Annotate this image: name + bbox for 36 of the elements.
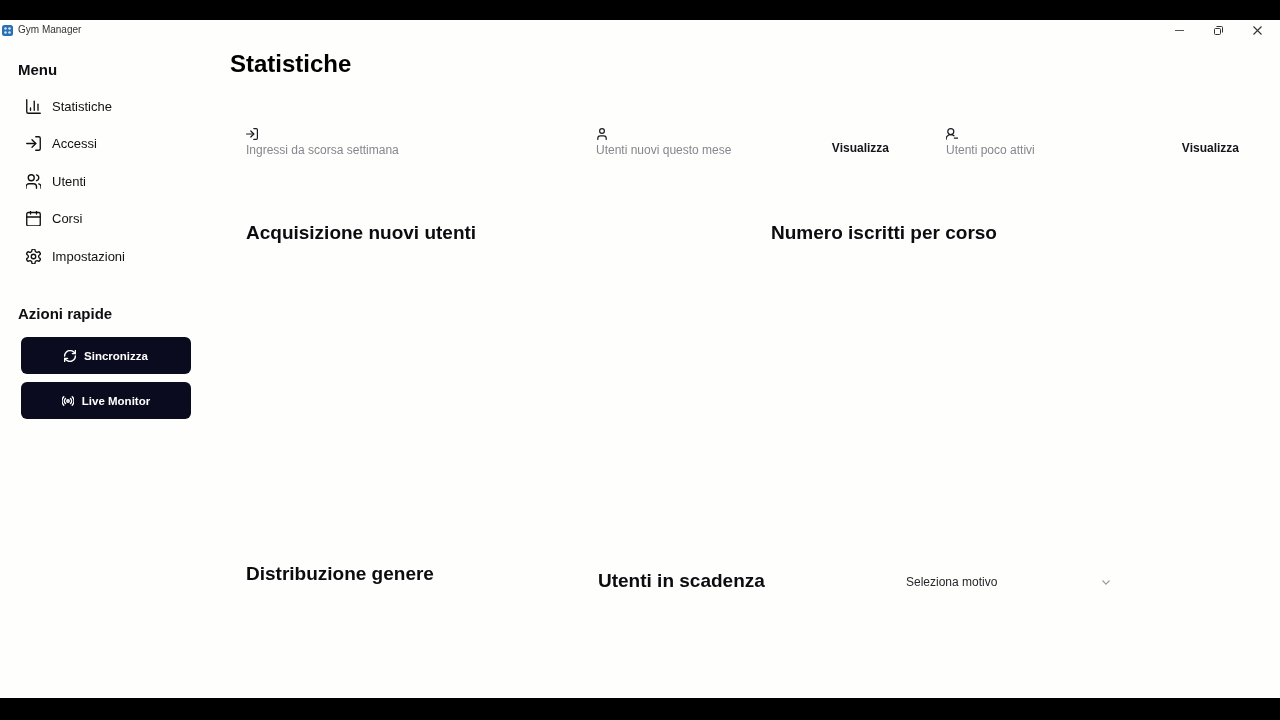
menu-heading: Menu (18, 60, 58, 80)
window-title: Gym Manager (18, 23, 82, 37)
sidebar-item[interactable]: Utenti (26, 169, 86, 193)
sidebar-item[interactable]: Impostazioni (26, 244, 125, 268)
sidebar-item[interactable]: Statistiche (26, 94, 112, 118)
reason-dropdown[interactable]: Seleziona motivo (895, 570, 1118, 594)
chart-title: Acquisizione nuovi utenti (246, 221, 477, 245)
stat-label: Ingressi da scorsa settimana (246, 142, 399, 158)
bar-chart-icon (26, 98, 41, 114)
chart-title: Numero iscritti per corso (771, 221, 997, 245)
live-monitor-button[interactable]: Live Monitor (21, 382, 191, 419)
sync-button[interactable]: Sincronizza (21, 337, 191, 374)
sidebar-item[interactable]: Accessi (26, 131, 97, 156)
app-icon (2, 24, 13, 36)
calendar-icon (26, 211, 41, 226)
user-minus-icon (946, 128, 958, 140)
stat-label: Utenti poco attivi (946, 142, 1035, 158)
sign-in-icon (246, 128, 258, 140)
minimize-icon (1175, 29, 1184, 31)
caret-icon (1102, 579, 1110, 585)
broadcast-icon (61, 394, 74, 407)
chart-title: Distribuzione genere (246, 562, 434, 586)
quick-actions-heading: Azioni rapide (18, 304, 113, 324)
sidebar-item[interactable]: Corsi (26, 206, 83, 231)
refresh-icon (64, 349, 77, 362)
view-button[interactable]: Visualizza (1181, 138, 1239, 158)
stat-label: Utenti nuovi questo mese (596, 142, 732, 158)
restore-icon (1214, 25, 1223, 35)
user-icon (596, 128, 608, 140)
sign-in-icon (26, 136, 41, 151)
chart-title: Utenti in scadenza (598, 569, 765, 593)
settings-icon (26, 248, 41, 264)
page-title: Statistiche (230, 49, 352, 79)
users-icon (26, 173, 41, 189)
view-button[interactable]: Visualizza (831, 138, 889, 158)
close-icon (1253, 25, 1262, 35)
